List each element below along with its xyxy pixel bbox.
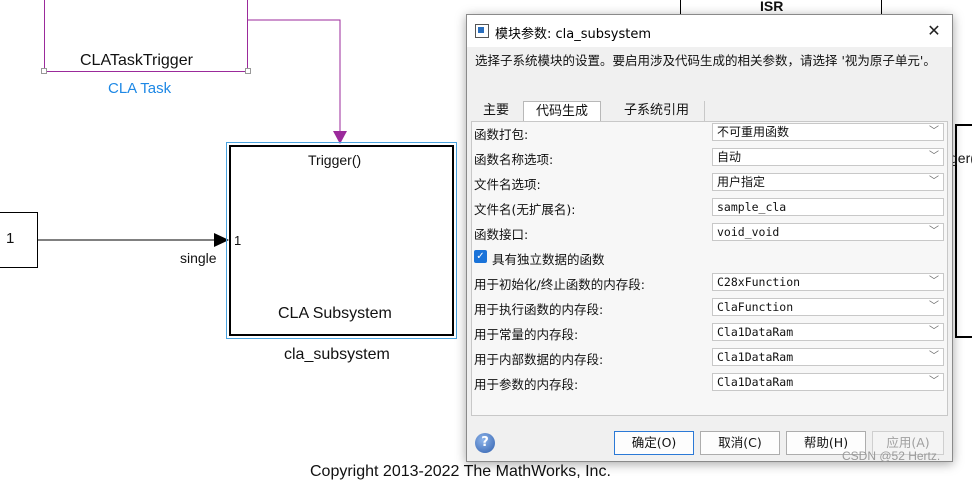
block-parameters-dialog[interactable]: 模块参数: cla_subsystem ✕ 选择子系统模块的设置。要启用涉及代码…: [466, 14, 953, 462]
function-interface-label: 函数接口:: [474, 227, 529, 242]
constants-memory-section-select[interactable]: Cla1DataRam ﹀: [712, 323, 944, 341]
subsystem-title: CLA Subsystem: [278, 305, 392, 322]
constants-memory-section-label: 用于常量的内存段:: [474, 327, 579, 342]
parameters-memory-section-value: Cla1DataRam: [717, 375, 794, 389]
parameters-memory-section-select[interactable]: Cla1DataRam ﹀: [712, 373, 944, 391]
watermark: CSDN @52 Hertz.: [842, 449, 941, 463]
function-name-options-value: 自动: [717, 150, 742, 164]
execution-memory-section-value: ClaFunction: [717, 300, 794, 314]
init-term-memory-section-select[interactable]: C28xFunction ﹀: [712, 273, 944, 291]
dialog-titlebar[interactable]: 模块参数: cla_subsystem ✕: [467, 15, 952, 47]
function-packaging-value: 不可重用函数: [717, 125, 790, 139]
dialog-title: 模块参数: cla_subsystem: [495, 27, 652, 42]
function-interface-value: void_void: [717, 225, 780, 239]
function-interface-select[interactable]: void_void ﹀: [712, 223, 944, 241]
constants-memory-section-value: Cla1DataRam: [717, 325, 794, 339]
function-name-options-label: 函数名称选项:: [474, 152, 554, 167]
subsystem-trigger-port: Trigger(): [308, 152, 362, 168]
separate-data-label: 具有独立数据的函数: [492, 252, 605, 267]
isr-label: ISR: [760, 0, 784, 14]
tab-code-generation[interactable]: 代码生成: [523, 101, 601, 122]
tab-main[interactable]: 主要: [471, 101, 521, 121]
function-name-options-select[interactable]: 自动 ﹀: [712, 148, 944, 166]
chevron-down-icon: ﹀: [929, 151, 939, 162]
code-generation-panel: 函数打包: 不可重用函数 ﹀ 函数名称选项: 自动 ﹀ 文件名选项: 用户指定 …: [471, 121, 948, 416]
file-name-options-label: 文件名选项:: [474, 177, 541, 192]
file-name-value: sample_cla: [717, 200, 787, 214]
trigger-line: [248, 19, 341, 132]
cancel-button[interactable]: 取消(C): [700, 431, 780, 455]
copyright-text: Copyright 2013-2022 The MathWorks, Inc.: [310, 463, 611, 480]
file-name-label: 文件名(无扩展名):: [474, 202, 576, 217]
tab-subsystem-reference[interactable]: 子系统引用: [609, 101, 705, 121]
execution-memory-section-label: 用于执行函数的内存段:: [474, 302, 604, 317]
chevron-down-icon: ﹀: [929, 126, 939, 137]
file-name-options-select[interactable]: 用户指定 ﹀: [712, 173, 944, 191]
internal-data-memory-section-label: 用于内部数据的内存段:: [474, 352, 604, 367]
subsystem-name[interactable]: cla_subsystem: [284, 346, 390, 364]
separate-data-checkbox[interactable]: ✓: [474, 250, 487, 263]
chevron-down-icon: ﹀: [929, 326, 939, 337]
ok-button[interactable]: 确定(O): [614, 431, 694, 455]
init-term-memory-section-label: 用于初始化/终止函数的内存段:: [474, 277, 645, 292]
chevron-down-icon: ﹀: [929, 351, 939, 362]
simulink-app-icon: [475, 24, 489, 38]
parameters-memory-section-label: 用于参数的内存段:: [474, 377, 579, 392]
chevron-down-icon: ﹀: [929, 276, 939, 287]
internal-data-memory-section-value: Cla1DataRam: [717, 350, 794, 364]
inport-value: 1: [6, 230, 15, 247]
signal-label: single: [180, 250, 217, 266]
chevron-down-icon: ﹀: [929, 226, 939, 237]
init-term-memory-section-value: C28xFunction: [717, 275, 801, 289]
file-name-input[interactable]: sample_cla: [712, 198, 944, 216]
subsystem-in-port: 1: [234, 233, 242, 248]
chevron-down-icon: ﹀: [929, 176, 939, 187]
function-packaging-label: 函数打包:: [474, 127, 529, 142]
right-partial-label: ger(: [950, 150, 972, 166]
function-packaging-select[interactable]: 不可重用函数 ﹀: [712, 123, 944, 141]
help-icon[interactable]: ?: [475, 433, 495, 453]
internal-data-memory-section-select[interactable]: Cla1DataRam ﹀: [712, 348, 944, 366]
close-button[interactable]: ✕: [922, 19, 946, 43]
file-name-options-value: 用户指定: [717, 175, 766, 189]
chevron-down-icon: ﹀: [929, 376, 939, 387]
dialog-description: 选择子系统模块的设置。要启用涉及代码生成的相关参数，请选择 '视为原子单元'。: [475, 53, 936, 68]
execution-memory-section-select[interactable]: ClaFunction ﹀: [712, 298, 944, 316]
chevron-down-icon: ﹀: [929, 301, 939, 312]
